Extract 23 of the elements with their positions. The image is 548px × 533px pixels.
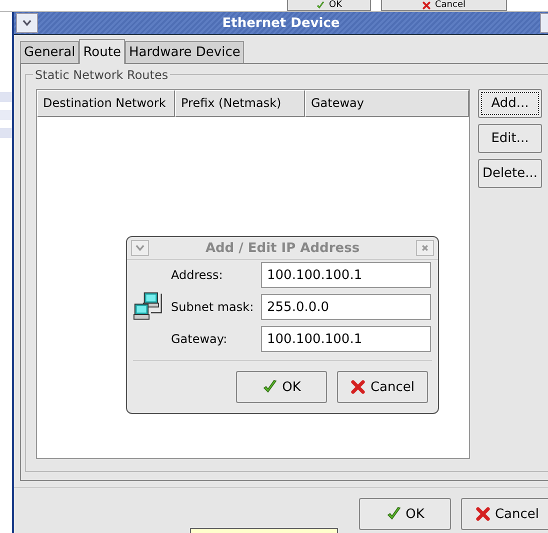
tab[interactable]: Route — [79, 39, 125, 64]
input-field[interactable]: 100.100.100.1 — [261, 326, 431, 352]
input-field[interactable]: 255.0.0.0 — [261, 294, 431, 320]
field-label: Address: — [171, 268, 224, 282]
dialog-button[interactable]: Cancel — [461, 498, 548, 530]
column-header[interactable]: Destination Network — [37, 90, 175, 117]
tab[interactable]: General — [20, 41, 80, 63]
field-label: Gateway: — [171, 332, 228, 346]
window-title: Ethernet Device — [221, 16, 341, 30]
background-button[interactable]: OK — [287, 0, 371, 11]
column-header[interactable]: Gateway — [305, 90, 469, 117]
input-field[interactable]: 100.100.100.1 — [261, 262, 431, 288]
dialog-button[interactable]: OK — [359, 498, 451, 530]
background-button[interactable]: Cancel — [381, 0, 506, 11]
dialog-button[interactable]: OK — [236, 371, 327, 403]
column-header[interactable]: Prefix (Netmask) — [175, 90, 305, 117]
tab[interactable]: Hardware Device — [124, 41, 244, 63]
field-label: Subnet mask: — [171, 300, 255, 314]
side-button[interactable]: Add... — [478, 89, 542, 118]
dialog-button[interactable]: Cancel — [337, 371, 428, 403]
dialog-title: Add / Edit IP Address — [204, 240, 361, 256]
side-button[interactable]: Edit... — [478, 124, 542, 153]
side-button[interactable]: Delete... — [478, 159, 542, 188]
